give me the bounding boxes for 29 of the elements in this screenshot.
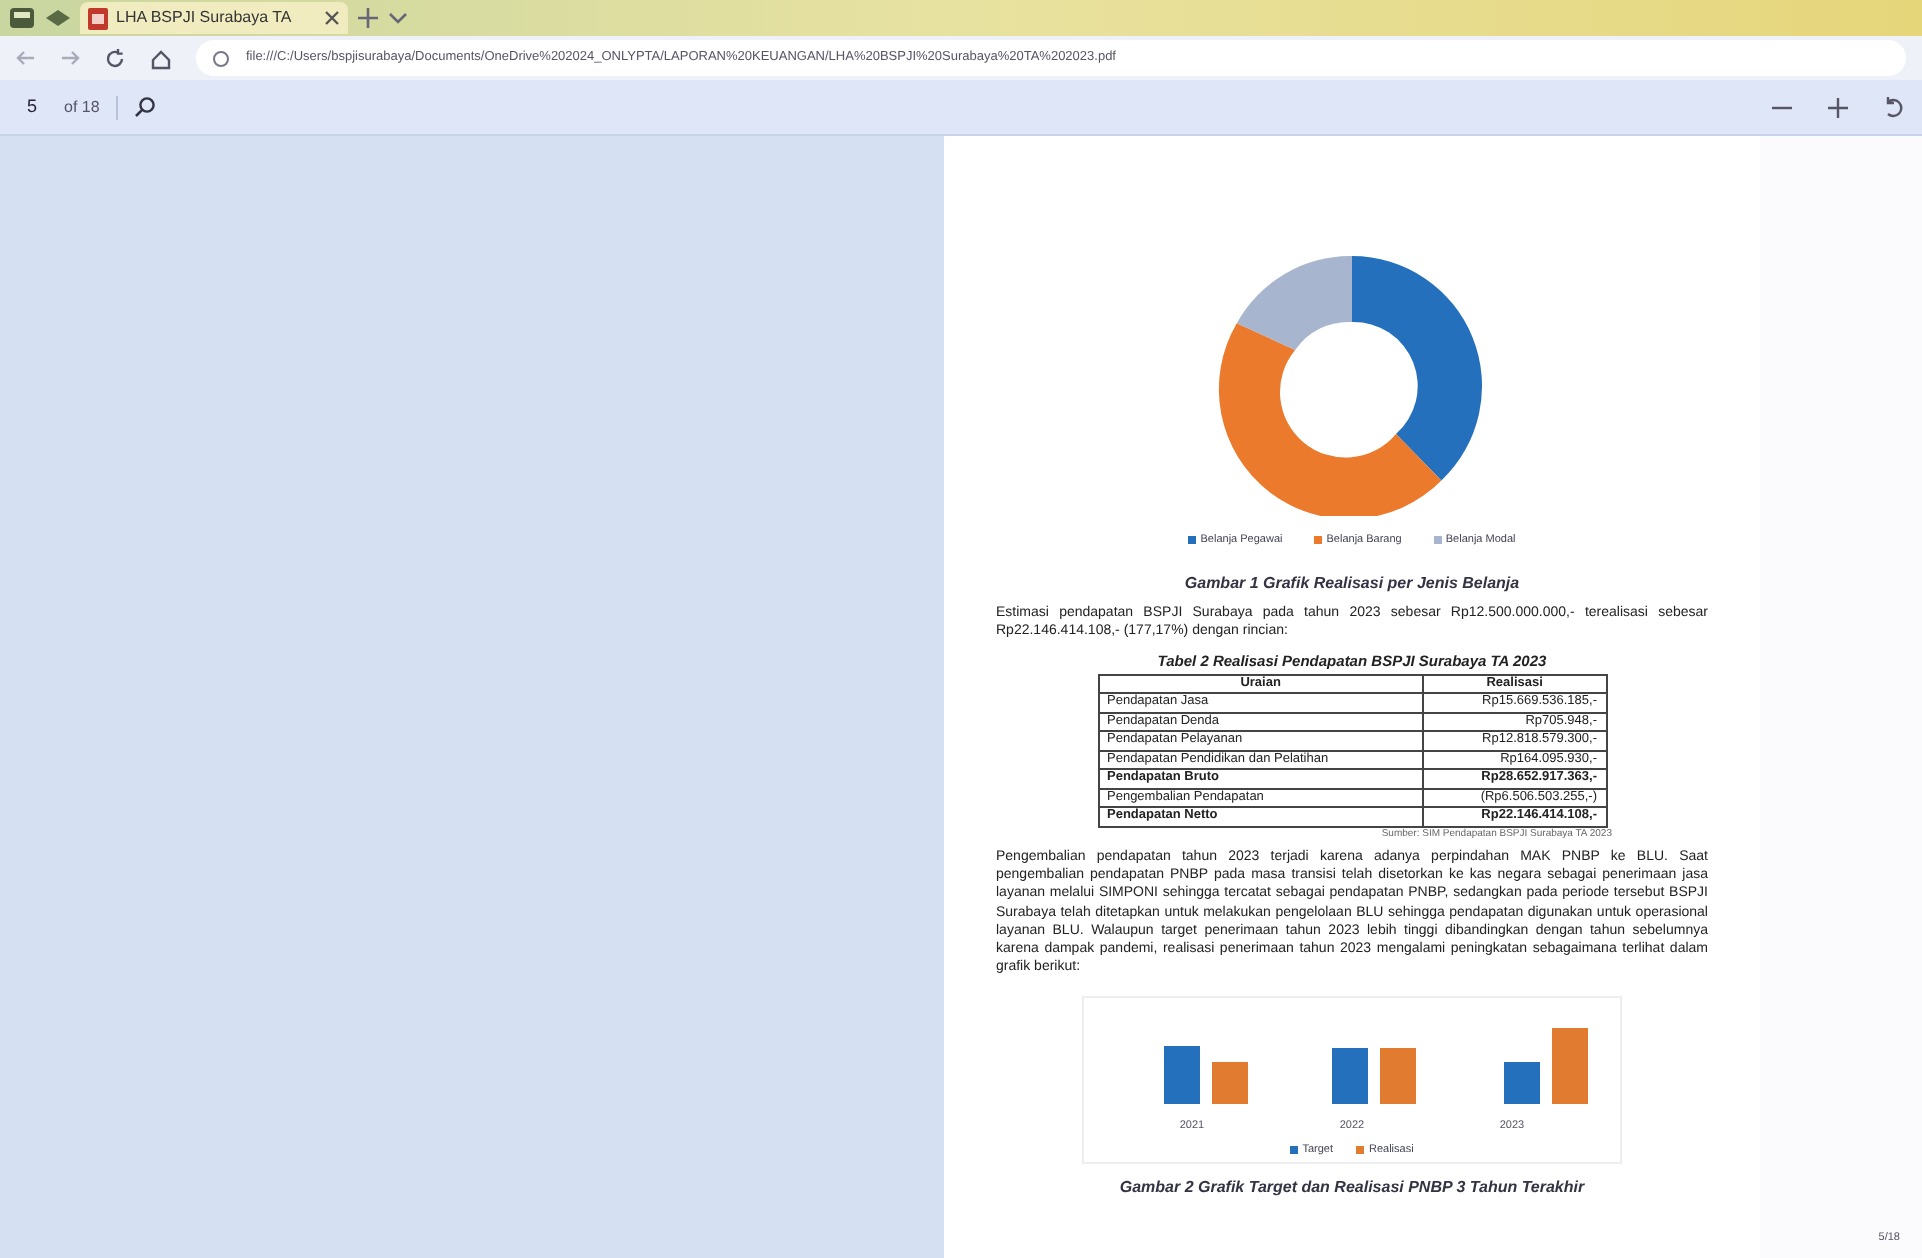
pdf-file-icon: [88, 7, 108, 29]
chevron-down-icon[interactable]: [387, 8, 408, 28]
info-icon[interactable]: [212, 49, 230, 67]
figure-caption: Gambar 1 Grafik Realisasi per Jenis Belanja: [1184, 572, 1520, 597]
page-number-field[interactable]: 5: [16, 93, 48, 121]
workspaces-icon[interactable]: [8, 6, 36, 30]
realization-bar: [1380, 1048, 1416, 1105]
figure-caption: Gambar 2 Grafik Target dan Realisasi PNBP 3 Tahun Terakhir: [1119, 1176, 1585, 1201]
close-icon[interactable]: [323, 10, 340, 26]
target-bar: [1332, 1048, 1368, 1105]
zoom-in-icon[interactable]: [1826, 95, 1850, 119]
search-icon[interactable]: [133, 96, 156, 118]
legend-swatch-icon: [1433, 536, 1442, 545]
legend-swatch-icon: [1314, 536, 1323, 545]
legend-swatch-icon: [1290, 1145, 1299, 1154]
refresh-icon[interactable]: [104, 47, 126, 69]
target-bar: [1504, 1062, 1540, 1105]
page-count: of 18: [64, 95, 100, 119]
target-bar: [1164, 1046, 1200, 1105]
realization-bar: [1552, 1028, 1588, 1105]
tab-title: LHA BSPJI Surabaya TA: [116, 6, 292, 30]
legend-swatch-icon: [1188, 536, 1197, 545]
browser-tab[interactable]: LHA BSPJI Surabaya TA: [80, 2, 348, 34]
new-tab-icon[interactable]: [355, 6, 380, 30]
realization-bar: [1212, 1062, 1248, 1105]
home-icon[interactable]: [150, 47, 172, 69]
rotate-icon[interactable]: [1882, 95, 1906, 119]
tab-actions-icon[interactable]: [44, 6, 72, 30]
legend-swatch-icon: [1356, 1145, 1365, 1154]
